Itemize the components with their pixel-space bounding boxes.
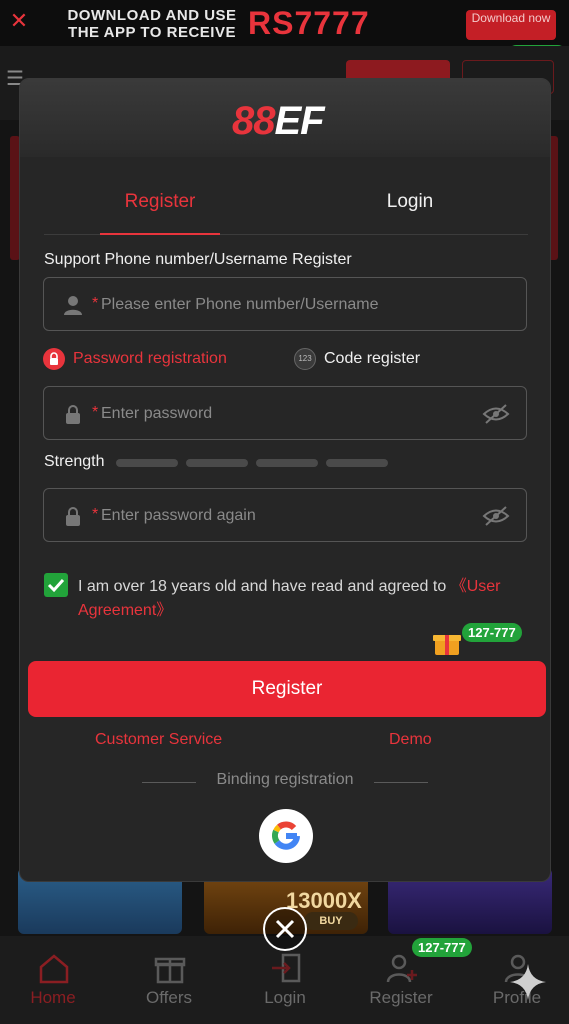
promo-amount: RS7777 — [248, 5, 370, 41]
strength-bar — [326, 459, 388, 467]
sparkle-icon — [510, 964, 546, 1000]
password-registration-option[interactable]: Password registration — [43, 347, 227, 371]
username-input[interactable] — [101, 290, 461, 320]
support-label: Support Phone number/Username Register — [44, 251, 352, 268]
binding-label: Binding registration — [216, 771, 354, 788]
eye-off-icon[interactable] — [482, 505, 510, 527]
agreement-text: I am over 18 years old and have read and… — [78, 575, 534, 623]
logo-number: 88 — [232, 99, 275, 143]
password-input[interactable] — [101, 399, 461, 429]
username-field[interactable]: * — [43, 277, 527, 331]
strength-bar — [116, 459, 178, 467]
nav-home[interactable]: Home — [3, 936, 103, 1024]
register-modal: 88EF Register Login Support Phone number… — [19, 78, 551, 882]
demo-link[interactable]: Demo — [389, 731, 432, 749]
strength-meter — [116, 459, 390, 467]
lock-icon — [66, 405, 80, 424]
promo-text: DOWNLOAD AND USE THE APP TO RECEIVE — [67, 7, 237, 41]
promo-banner: ✕ DOWNLOAD AND USE THE APP TO RECEIVE RS… — [0, 0, 569, 46]
required-mark: * — [92, 506, 99, 523]
required-mark: * — [92, 404, 99, 421]
confirm-password-input[interactable] — [101, 501, 461, 531]
nav-label: Login — [264, 988, 306, 1007]
login-icon — [272, 953, 301, 983]
customer-service-link[interactable]: Customer Service — [95, 731, 222, 749]
lock-icon — [66, 507, 80, 526]
nav-offers[interactable]: Offers — [119, 936, 219, 1024]
divider-line — [142, 782, 196, 783]
code-icon: 123 — [294, 348, 316, 370]
required-mark: * — [92, 295, 99, 312]
home-icon — [39, 954, 69, 984]
game-buy-badge: BUY — [304, 912, 358, 930]
binding-divider: Binding registration — [142, 771, 428, 793]
google-login-button[interactable] — [259, 809, 313, 863]
nav-label: Offers — [146, 988, 192, 1007]
strength-bar — [256, 459, 318, 467]
password-field[interactable]: * — [43, 386, 527, 440]
gift-badge: 127-777 — [462, 623, 522, 642]
eye-off-icon[interactable] — [482, 403, 510, 425]
modal-close-button[interactable] — [263, 907, 307, 951]
tab-login[interactable]: Login — [350, 183, 470, 235]
gift-icon — [433, 635, 461, 655]
agree-checkbox[interactable] — [44, 573, 68, 597]
nav-label: Register — [369, 988, 433, 1007]
code-register-option[interactable]: 123 Code register — [294, 347, 420, 371]
brand-logo: 88EF — [232, 99, 325, 143]
user-icon — [64, 296, 82, 315]
register-badge: 127-777 — [412, 938, 472, 957]
strength-label: Strength — [44, 453, 105, 470]
tab-register[interactable]: Register — [100, 183, 220, 235]
close-icon — [275, 919, 295, 939]
register-button[interactable]: Register — [28, 661, 546, 717]
lock-icon — [43, 348, 65, 370]
code-register-label: Code register — [324, 350, 421, 367]
agreement-label: I am over 18 years old and have read and… — [78, 578, 451, 595]
google-icon — [271, 821, 300, 850]
password-registration-label: Password registration — [73, 350, 227, 367]
logo-letters: EF — [274, 99, 325, 143]
add-user-icon — [386, 954, 417, 983]
download-button[interactable]: Download now — [466, 10, 556, 40]
strength-bar — [186, 459, 248, 467]
gift-icon — [154, 957, 186, 984]
divider-line — [374, 782, 428, 783]
close-icon[interactable]: ✕ — [8, 10, 30, 32]
auth-tabs: Register Login — [44, 183, 528, 235]
confirm-password-field[interactable]: * — [43, 488, 527, 542]
check-icon — [47, 578, 65, 593]
nav-label: Home — [30, 988, 76, 1007]
